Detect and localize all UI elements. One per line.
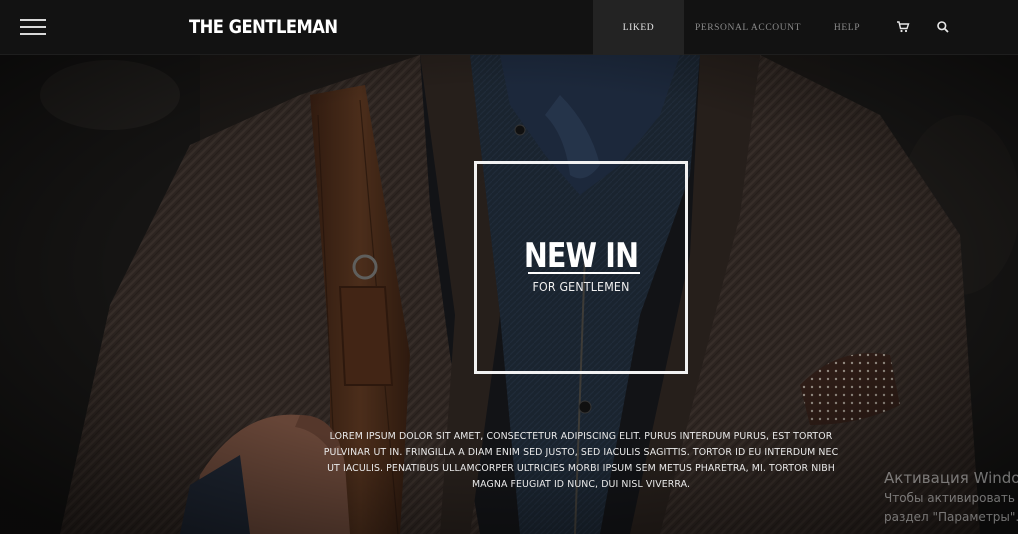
menu-icon[interactable] — [20, 19, 46, 36]
windows-activation-watermark: Активация Windows Чтобы активировать Win… — [884, 467, 1018, 527]
nav-personal-account[interactable]: PERSONAL ACCOUNT — [692, 0, 804, 55]
hero-description: Lorem ipsum dolor sit amet, consectetur … — [323, 431, 839, 490]
menu-line — [20, 19, 46, 21]
cart-icon[interactable] — [896, 20, 910, 34]
hero-section: NEW IN FOR GENTLEMEN Lorem ipsum dolor s… — [0, 55, 1018, 534]
search-icon[interactable] — [936, 20, 950, 34]
new-in-feature-box[interactable]: NEW IN FOR GENTLEMEN — [474, 161, 688, 374]
activation-text: раздел "Параметры". — [884, 510, 1018, 524]
nav-help[interactable]: HELP — [828, 0, 866, 55]
activation-title: Активация Windows — [884, 469, 1018, 487]
site-logo[interactable]: THE GENTLEMAN — [189, 16, 338, 38]
hero-subline: FOR GENTLEMEN — [532, 280, 630, 294]
activation-text: Чтобы активировать Windows, перейдите в — [884, 491, 1018, 505]
nav-liked[interactable]: LIKED — [593, 0, 684, 55]
menu-line — [20, 33, 46, 35]
hero-headline: NEW IN — [523, 236, 639, 276]
top-navigation-bar: THE GENTLEMAN LIKED PERSONAL ACCOUNT HEL… — [0, 0, 1018, 55]
headline-divider — [528, 272, 640, 274]
menu-line — [20, 26, 46, 28]
